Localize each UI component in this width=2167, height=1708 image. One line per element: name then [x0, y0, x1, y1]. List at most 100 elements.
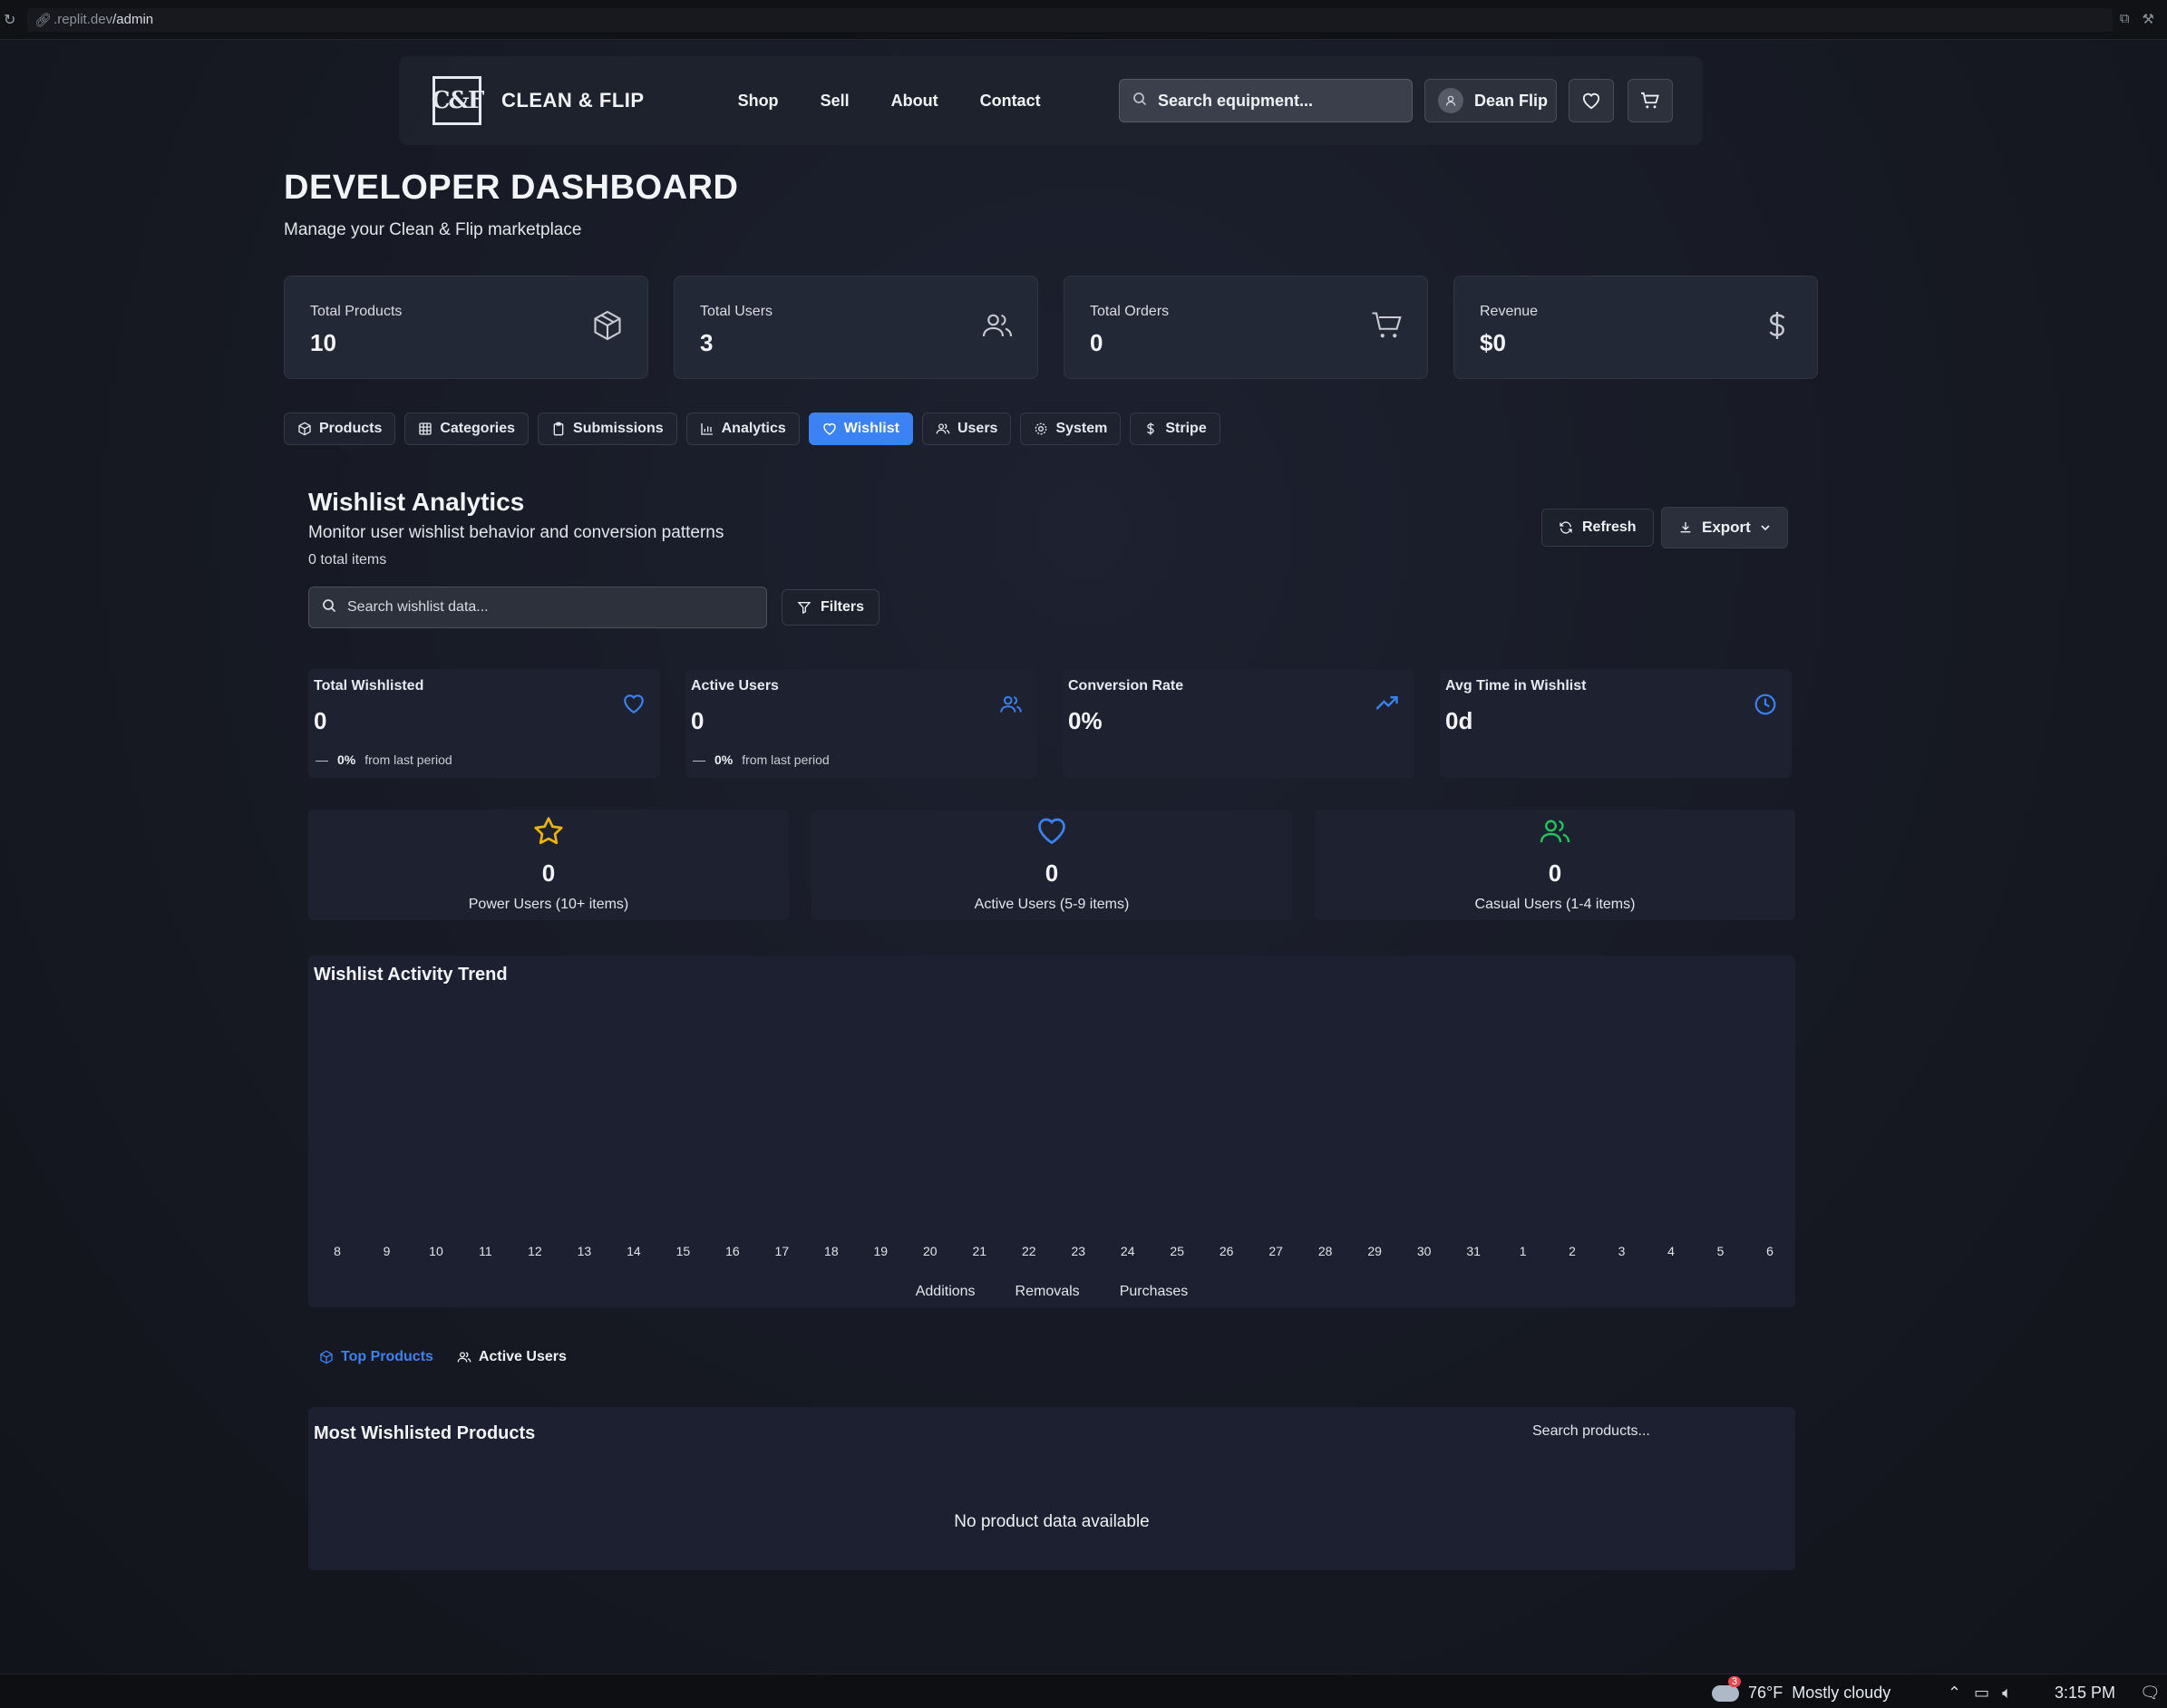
- nav-link-sell[interactable]: Sell: [821, 92, 850, 111]
- kpi-value: 0%: [1068, 707, 1103, 734]
- avatar-icon: [1438, 88, 1463, 113]
- cloud-icon: 3: [1712, 1675, 1742, 1702]
- search-placeholder: Search equipment...: [1158, 91, 1314, 110]
- wrench-icon[interactable]: ⚒: [2143, 11, 2154, 27]
- legend-item-removals[interactable]: Removals: [1015, 1284, 1080, 1300]
- address-field[interactable]: 🔗︎ .replit.dev/admin: [27, 7, 2113, 32]
- tab-submissions[interactable]: Submissions: [538, 412, 677, 445]
- wishlist-button[interactable]: [1569, 79, 1614, 122]
- dollar-icon: [1147, 422, 1155, 435]
- window-icon[interactable]: ⧉: [2120, 11, 2130, 27]
- box-icon: [594, 310, 621, 341]
- search-icon: [322, 598, 336, 617]
- legend-item-purchases[interactable]: Purchases: [1120, 1284, 1189, 1300]
- segment-label: Casual Users (1-4 items): [1474, 897, 1636, 912]
- tab-users[interactable]: Users: [921, 412, 1012, 445]
- box-icon: [320, 1350, 333, 1364]
- search-placeholder: Search wishlist data...: [347, 599, 489, 615]
- cart-button[interactable]: [1628, 79, 1673, 122]
- tab-system[interactable]: System: [1020, 412, 1122, 445]
- user-menu-button[interactable]: Dean Flip: [1424, 79, 1557, 122]
- total-items-count: 0 total items: [308, 552, 387, 568]
- weather-widget[interactable]: 3 76°F Mostly cloudy: [1712, 1675, 1891, 1703]
- export-button[interactable]: Export: [1661, 507, 1788, 548]
- temperature: 76°F: [1748, 1684, 1783, 1702]
- nav-link-about[interactable]: About: [891, 92, 938, 111]
- x-tick-label: 28: [1318, 1244, 1333, 1258]
- segment-label: Power Users (10+ items): [468, 897, 629, 912]
- x-tick-label: 18: [824, 1244, 839, 1258]
- brand-name[interactable]: CLEAN & FLIP: [501, 89, 645, 112]
- url-path: /admin: [112, 12, 154, 27]
- kpi-label: Total Wishlisted: [314, 678, 424, 694]
- download-icon: [1680, 522, 1691, 533]
- weather-text: Mostly cloudy: [1792, 1684, 1891, 1702]
- search-equipment-input[interactable]: Search equipment...: [1119, 79, 1413, 122]
- x-tick-label: 6: [1766, 1244, 1773, 1258]
- kpi-avg-time: Avg Time in Wishlist 0d: [1440, 669, 1792, 778]
- x-tick-label: 22: [1022, 1244, 1036, 1258]
- os-taskbar: 3 76°F Mostly cloudy ⌃ ▭ 🔈︎ 3:15 PM 🗨︎: [0, 1674, 2167, 1708]
- chart-title: Wishlist Activity Trend: [314, 965, 508, 985]
- tab-label: Wishlist: [843, 421, 899, 436]
- x-tick-label: 17: [775, 1244, 790, 1258]
- segment-value: 0: [541, 859, 556, 887]
- search-products-input[interactable]: Search products...: [1532, 1423, 1650, 1440]
- users-icon: [1000, 695, 1022, 713]
- x-tick-label: 4: [1667, 1244, 1675, 1258]
- clock-icon: [1754, 694, 1776, 715]
- logo[interactable]: C&F: [432, 76, 484, 125]
- subtab-label: Active Users: [478, 1349, 567, 1364]
- chart-plot: 8 9 10 11 12 13 14 15 16 17 18 19 20 21 22 23 24 25 26 27 28…: [334, 1244, 1773, 1258]
- gear-icon: [1035, 422, 1047, 435]
- x-tick-label: 13: [578, 1244, 592, 1258]
- x-tick-label: 24: [1121, 1244, 1135, 1258]
- chart-legend: Additions Removals Purchases: [308, 1284, 1795, 1300]
- notifications-icon[interactable]: 🗨︎: [2140, 1684, 2161, 1703]
- filter-icon: [797, 602, 811, 615]
- subtab-active-users[interactable]: Active Users: [457, 1349, 567, 1365]
- kpi-change-value: 0%: [337, 752, 356, 767]
- tab-label: Stripe: [1165, 421, 1207, 436]
- clock[interactable]: 3:15 PM: [2055, 1684, 2115, 1703]
- clipboard-icon: [553, 422, 564, 436]
- kpi-change: — 0% from last period: [316, 752, 452, 767]
- volume-icon[interactable]: 🔈︎: [2002, 1684, 2012, 1703]
- tab-analytics[interactable]: Analytics: [685, 412, 800, 445]
- segment-value: 0: [1045, 859, 1059, 887]
- x-tick-label: 9: [384, 1244, 391, 1258]
- search-icon: [1132, 92, 1147, 111]
- most-wishlisted-panel: Most Wishlisted Products Search products…: [308, 1407, 1795, 1570]
- chevron-up-icon[interactable]: ⌃: [1948, 1684, 1961, 1703]
- tab-label: Products: [319, 421, 383, 436]
- search-wishlist-input[interactable]: Search wishlist data...: [308, 587, 767, 628]
- link-icon: 🔗︎: [34, 12, 53, 28]
- reload-icon[interactable]: ↻: [4, 11, 24, 29]
- kpi-label: Avg Time in Wishlist: [1445, 678, 1587, 694]
- x-tick-label: 30: [1417, 1244, 1432, 1258]
- nav-link-shop[interactable]: Shop: [738, 92, 779, 111]
- nav-link-contact[interactable]: Contact: [980, 92, 1041, 111]
- panel-title: Most Wishlisted Products: [314, 1423, 536, 1443]
- filters-button[interactable]: Filters: [782, 589, 880, 626]
- empty-state: No product data available: [954, 1512, 1150, 1531]
- kpi-total-wishlisted: Total Wishlisted 0 — 0% from last period: [308, 669, 660, 778]
- tab-wishlist[interactable]: Wishlist: [808, 412, 913, 445]
- refresh-button[interactable]: Refresh: [1541, 509, 1654, 547]
- stat-value: 0: [1090, 329, 1103, 356]
- x-tick-label: 5: [1717, 1244, 1725, 1258]
- subtab-label: Top Products: [341, 1349, 433, 1364]
- grid-icon: [419, 422, 432, 435]
- heart-icon: [1582, 92, 1600, 110]
- tab-categories[interactable]: Categories: [404, 412, 530, 445]
- x-tick-label: 19: [874, 1244, 889, 1258]
- tab-stripe[interactable]: Stripe: [1130, 412, 1220, 445]
- tab-products[interactable]: Products: [284, 412, 396, 445]
- stat-label: Revenue: [1480, 304, 1539, 319]
- legend-item-additions[interactable]: Additions: [916, 1284, 976, 1300]
- cart-icon: [1641, 92, 1659, 109]
- network-icon[interactable]: ▭: [1974, 1684, 1989, 1703]
- main-nav: Shop Sell About Contact: [738, 92, 1083, 111]
- box-icon: [298, 422, 311, 436]
- subtab-top-products[interactable]: Top Products: [319, 1349, 433, 1365]
